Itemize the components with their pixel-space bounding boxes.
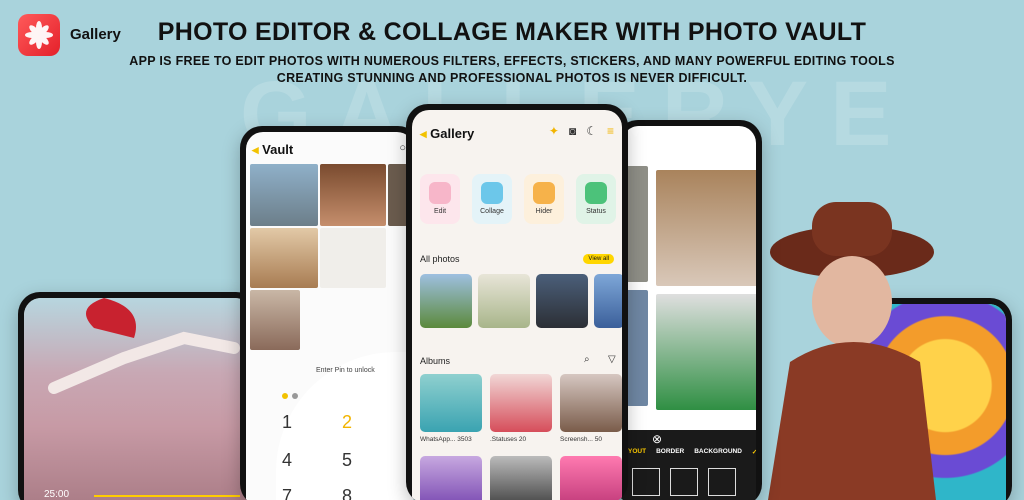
video-phone: 25:00: [18, 292, 258, 500]
collage-tabs: YOUT BORDER BACKGROUND ✓: [628, 448, 756, 456]
vault-photo[interactable]: [250, 290, 300, 350]
pin-dots: [282, 386, 302, 404]
album-cover[interactable]: [560, 456, 622, 500]
photo-thumbnail[interactable]: [420, 274, 472, 328]
keypad-key[interactable]: 1: [282, 412, 292, 433]
vault-header: ◂ Vault: [252, 142, 293, 158]
video-time: 25:00: [44, 489, 70, 500]
album-cover[interactable]: [490, 374, 552, 432]
keypad-key[interactable]: 5: [342, 450, 352, 471]
feature-label: Edit: [433, 208, 447, 215]
status-icon: [585, 182, 607, 204]
vault-title: Vault: [262, 142, 294, 157]
feature-status[interactable]: Status: [576, 174, 616, 224]
tab-border[interactable]: BORDER: [656, 448, 684, 456]
woman-in-hat-photo: [768, 202, 936, 500]
vault-phone: ◂ Vault ○ Enter Pin to unlock 1 2 4 5 7 …: [240, 126, 420, 500]
collage-cell[interactable]: [656, 170, 756, 286]
tab-layout[interactable]: YOUT: [628, 448, 646, 456]
collage-icon: [481, 182, 503, 204]
camera-icon[interactable]: ◙: [569, 124, 576, 138]
back-chevron-icon[interactable]: ◂: [420, 126, 427, 141]
search-icon[interactable]: ⌕: [584, 354, 590, 365]
layout-option[interactable]: [708, 468, 736, 496]
album-count: 20: [518, 436, 527, 443]
collage-screen: ⊗ YOUT BORDER BACKGROUND ✓: [622, 126, 756, 500]
edit-icon: [429, 182, 451, 204]
albums-label: Albums: [420, 356, 451, 366]
video-progress[interactable]: [94, 495, 240, 497]
album-name: WhatsApp...: [420, 436, 456, 443]
gallery-phone: ◂ Gallery ✦ ◙ ☾ ≡ Edit Collage Hider Sta…: [406, 104, 628, 500]
album-name: Screensh...: [560, 436, 593, 443]
layout-option[interactable]: [670, 468, 698, 496]
all-photos-label: All photos: [420, 254, 460, 264]
hider-icon: [533, 182, 555, 204]
layout-option[interactable]: [632, 468, 660, 496]
subheadline-1: APP IS FREE TO EDIT PHOTOS WITH NUMEROUS…: [129, 54, 895, 68]
refresh-icon[interactable]: ○: [399, 142, 406, 154]
album-cover[interactable]: [420, 374, 482, 432]
subheadline-2: CREATING STUNNING AND PROFESSIONAL PHOTO…: [276, 71, 748, 85]
collage-cell[interactable]: [656, 294, 756, 410]
menu-icon[interactable]: ≡: [607, 124, 614, 138]
feature-label: Collage: [480, 208, 504, 215]
pin-dot-empty: [292, 393, 298, 399]
photo-thumbnail[interactable]: [594, 274, 622, 328]
album-count: 3503: [457, 436, 472, 443]
collage-toolbar: ⊗ YOUT BORDER BACKGROUND ✓: [622, 430, 756, 500]
gallery-title: Gallery: [430, 126, 475, 141]
album-cover[interactable]: [420, 456, 482, 500]
photo-thumbnail[interactable]: [536, 274, 588, 328]
video-screen: 25:00: [24, 298, 252, 500]
vault-photo[interactable]: [250, 228, 318, 288]
theme-icon[interactable]: ☾: [586, 124, 597, 138]
feature-label: Status: [586, 208, 606, 215]
view-all-button[interactable]: View all: [583, 254, 614, 264]
album-cover[interactable]: [560, 374, 622, 432]
dancer-figure: [48, 298, 240, 394]
feature-hider[interactable]: Hider: [524, 174, 564, 224]
vault-screen: ◂ Vault ○ Enter Pin to unlock 1 2 4 5 7 …: [246, 132, 414, 500]
gallery-screen: ◂ Gallery ✦ ◙ ☾ ≡ Edit Collage Hider Sta…: [412, 110, 622, 500]
collage-phone: ⊗ YOUT BORDER BACKGROUND ✓: [616, 120, 762, 500]
album-name: .Statuses: [490, 436, 518, 443]
keypad-key[interactable]: 7: [282, 486, 292, 500]
album-caption: WhatsApp... 3503: [420, 436, 472, 443]
gallery-toolbar: ✦ ◙ ☾ ≡: [549, 124, 614, 138]
keypad-key[interactable]: 4: [282, 450, 292, 471]
feature-edit[interactable]: Edit: [420, 174, 460, 224]
sparkle-icon[interactable]: ✦: [549, 124, 559, 138]
shuffle-icon[interactable]: ⊗: [652, 432, 662, 446]
keypad-key[interactable]: 2: [342, 412, 352, 433]
vault-photo[interactable]: [320, 164, 386, 226]
vault-photo[interactable]: [250, 164, 318, 226]
tab-background[interactable]: BACKGROUND: [694, 448, 742, 456]
album-caption: Screensh... 50: [560, 436, 602, 443]
album-count: 50: [594, 436, 602, 443]
album-cover[interactable]: [490, 456, 552, 500]
album-caption: .Statuses 20: [490, 436, 526, 443]
confirm-check-icon[interactable]: ✓: [752, 448, 756, 456]
headline: PHOTO EDITOR & COLLAGE MAKER WITH PHOTO …: [157, 18, 867, 46]
pin-dot-filled: [282, 393, 288, 399]
keypad-key[interactable]: 8: [342, 486, 352, 500]
vault-photo[interactable]: [320, 228, 386, 288]
feature-collage[interactable]: Collage: [472, 174, 512, 224]
gallery-header: ◂ Gallery: [420, 126, 474, 142]
filter-icon[interactable]: ▽: [608, 354, 616, 365]
back-chevron-icon[interactable]: ◂: [252, 142, 259, 157]
feature-label: Hider: [535, 208, 553, 215]
pin-prompt: Enter Pin to unlock: [316, 367, 375, 374]
photo-thumbnail[interactable]: [478, 274, 530, 328]
